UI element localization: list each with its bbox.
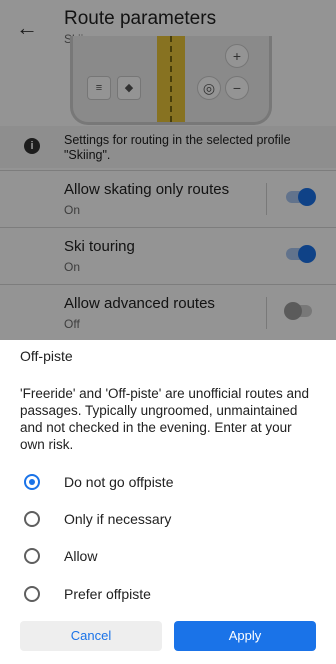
option-do-not-go-offpiste[interactable]: Do not go offpiste [0,464,336,500]
option-only-if-necessary[interactable]: Only if necessary [0,501,336,537]
radio-icon[interactable] [24,548,40,564]
sheet-title: Off-piste [20,348,73,364]
option-allow[interactable]: Allow [0,538,336,574]
radio-icon[interactable] [24,511,40,527]
scrim-overlay[interactable] [0,0,336,340]
option-label: Only if necessary [64,511,172,527]
option-label: Do not go offpiste [64,474,174,490]
option-label: Prefer offpiste [64,586,151,602]
option-prefer-offpiste[interactable]: Prefer offpiste [0,576,336,612]
radio-selected-icon[interactable] [24,474,40,490]
sheet-description: 'Freeride' and 'Off-piste' are unofficia… [20,386,309,452]
option-label: Allow [64,548,98,564]
apply-button[interactable]: Apply [174,621,316,651]
offpiste-bottom-sheet: Off-piste 'Freeride' and 'Off-piste' are… [0,340,336,664]
cancel-button[interactable]: Cancel [20,621,162,651]
radio-icon[interactable] [24,586,40,602]
